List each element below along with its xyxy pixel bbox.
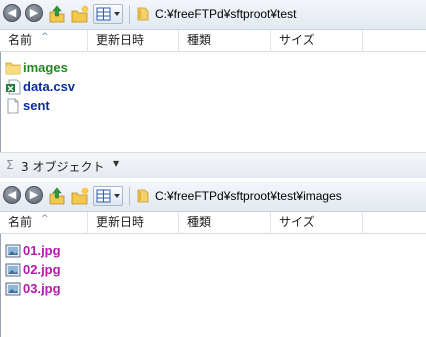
image-file-icon bbox=[5, 244, 21, 258]
file-name: 02.jpg bbox=[23, 262, 61, 277]
pane2-border bbox=[0, 234, 1, 337]
back-button[interactable]: ◀ bbox=[3, 186, 21, 204]
sigma-icon: Σ bbox=[6, 158, 14, 172]
chevron-down-icon[interactable]: ▼ bbox=[113, 159, 119, 168]
back-button[interactable]: ◀ bbox=[3, 4, 21, 22]
view-menu-button[interactable] bbox=[93, 186, 123, 206]
back-arrow-icon: ◀ bbox=[7, 188, 17, 201]
forward-button[interactable]: ▶ bbox=[25, 4, 43, 22]
file-name: images bbox=[23, 60, 68, 75]
up-folder-button[interactable] bbox=[48, 4, 66, 23]
column-type-label: 種類 bbox=[187, 33, 212, 47]
column-modified-label: 更新日時 bbox=[96, 33, 145, 47]
up-folder-icon bbox=[49, 187, 65, 205]
excel-csv-icon bbox=[6, 79, 21, 95]
address-path[interactable]: C:¥freeFTPd¥sftproot¥test bbox=[155, 7, 296, 21]
back-arrow-icon: ◀ bbox=[7, 6, 17, 19]
up-folder-icon bbox=[49, 5, 65, 23]
file-name: sent bbox=[23, 98, 50, 113]
view-menu-button[interactable] bbox=[93, 4, 123, 24]
column-size[interactable]: サイズ bbox=[271, 30, 363, 52]
column-type-label: 種類 bbox=[187, 215, 212, 229]
new-folder-button[interactable] bbox=[71, 186, 89, 205]
column-type[interactable]: 種類 bbox=[179, 212, 271, 234]
sort-ascending-icon: ^ bbox=[41, 214, 49, 224]
file-name: 03.jpg bbox=[23, 281, 61, 296]
column-modified[interactable]: 更新日時 bbox=[88, 30, 179, 52]
column-modified-label: 更新日時 bbox=[96, 215, 145, 229]
toolbar-separator bbox=[129, 187, 130, 206]
column-type[interactable]: 種類 bbox=[179, 30, 271, 52]
toolbar-separator bbox=[129, 5, 130, 24]
image-file-icon bbox=[5, 282, 21, 296]
folder-icon bbox=[5, 62, 21, 75]
column-modified[interactable]: 更新日時 bbox=[88, 212, 179, 234]
pane2-toolbar: ◀ ▶ C:¥freeFTPd¥sftproot¥test¥images bbox=[0, 182, 426, 212]
column-size[interactable]: サイズ bbox=[271, 212, 363, 234]
column-name-label: 名前 bbox=[8, 33, 33, 47]
pane2-column-header: 名前 ^ 更新日時 種類 サイズ bbox=[0, 212, 426, 234]
image-file-icon bbox=[5, 263, 21, 277]
pane1-border bbox=[0, 52, 1, 152]
view-grid-icon bbox=[96, 189, 120, 203]
pane1-column-header: 名前 ^ 更新日時 種類 サイズ bbox=[0, 30, 426, 52]
file-name: 01.jpg bbox=[23, 243, 61, 258]
sort-ascending-icon: ^ bbox=[41, 32, 49, 42]
path-folder-icon bbox=[137, 189, 149, 203]
status-bar: Σ 3 オブジェクト ▼ bbox=[0, 152, 426, 178]
new-folder-button[interactable] bbox=[71, 4, 89, 23]
column-size-label: サイズ bbox=[279, 33, 315, 47]
address-path[interactable]: C:¥freeFTPd¥sftproot¥test¥images bbox=[155, 189, 342, 203]
new-folder-icon bbox=[71, 187, 89, 205]
column-name[interactable]: 名前 ^ bbox=[0, 30, 88, 52]
object-count: 3 オブジェクト bbox=[21, 160, 105, 174]
new-folder-icon bbox=[71, 5, 89, 23]
forward-arrow-icon: ▶ bbox=[29, 188, 39, 201]
view-grid-icon bbox=[96, 7, 120, 21]
path-folder-icon bbox=[137, 7, 149, 21]
up-folder-button[interactable] bbox=[48, 186, 66, 205]
forward-arrow-icon: ▶ bbox=[29, 6, 39, 19]
column-name-label: 名前 bbox=[8, 215, 33, 229]
pane1-toolbar: ◀ ▶ C:¥freeFTPd¥sftproot¥test bbox=[0, 0, 426, 30]
file-icon bbox=[7, 98, 19, 114]
column-size-label: サイズ bbox=[279, 215, 315, 229]
column-name[interactable]: 名前 ^ bbox=[0, 212, 88, 234]
forward-button[interactable]: ▶ bbox=[25, 186, 43, 204]
file-name: data.csv bbox=[23, 79, 76, 94]
